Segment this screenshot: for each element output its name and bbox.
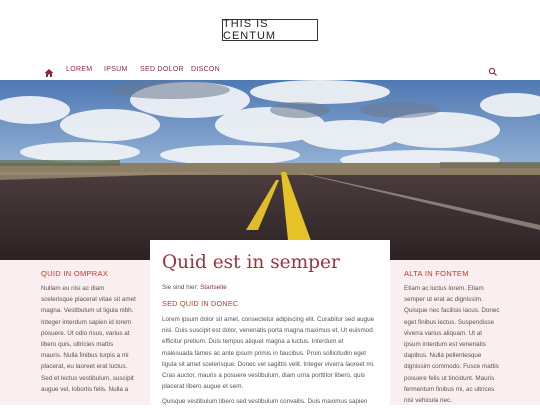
main-line: nisi. Duis suscipit est dolor, venenatis… (162, 327, 373, 335)
nav-item-sed-dolor[interactable]: SED DOLOR (140, 66, 184, 73)
right-line: posuere felis ut tincidunt. Mauris (404, 374, 495, 382)
left-line: libero quis, ultricies mattis (41, 341, 114, 349)
nav-item-lorem[interactable]: LOREM (66, 66, 92, 73)
right-line: fermentum finibus mi, ac ultrices (404, 385, 495, 393)
left-line: Nullam eu nisi ac diam (41, 285, 105, 292)
nav-item-ipsum[interactable]: IPSUM (104, 66, 128, 73)
main-line: placerat libero augue et sem. (162, 383, 244, 391)
main-subheading: SED QUID IN DONEC (162, 299, 239, 308)
left-line: placerat, eu laoreet erat luctus. (41, 363, 128, 371)
right-line: viverra varius aliquam. Ut at (404, 329, 483, 337)
right-heading: ALTA IN FONTEM (404, 269, 469, 278)
right-line: Etiam ac luctus lorem. Etiam (404, 285, 484, 292)
main-nav: LOREM IPSUM SED DOLOR DISCON (0, 60, 540, 80)
breadcrumb-home-link[interactable]: Startseite (200, 284, 227, 291)
nav-item-discon[interactable]: DISCON (191, 66, 220, 73)
main-line: malesuada fames ac ante ipsum primis in … (162, 349, 367, 357)
right-text: Etiam ac luctus lorem. Etiam semper ut e… (404, 283, 500, 406)
left-line: augue vel, lobortis felis. Nulla a (41, 385, 129, 393)
left-line: scelerisque placerat vitae sit amet (41, 296, 136, 304)
page-title: Quid est in semper (162, 252, 340, 273)
main-line: Quisque vestibulum libero sed vestibulum… (162, 398, 368, 406)
main-line: Lorem ipsum dolor sit amet, consectetur … (162, 316, 375, 323)
site-header: THIS IS CENTUM (0, 0, 540, 60)
main-line: Cras auctor, mauris a posuere vestibulum… (162, 372, 365, 380)
right-line: dapibus. Nulla pellentesque (404, 352, 482, 360)
breadcrumb-prefix: Sie sind hier: (162, 284, 199, 291)
right-line: semper ut erat ac dignissim. (404, 296, 483, 304)
main-line: ligula sit amet scelerisque. Donec vel s… (162, 360, 375, 368)
search-icon[interactable] (488, 64, 498, 76)
right-line: eget finibus lectus. Suspendisse (404, 318, 494, 326)
main-body: Lorem ipsum dolor sit amet, consectetur … (162, 314, 384, 408)
right-line: dignissim commodo. Fusce mattis (404, 363, 499, 371)
left-line: mauris. Nulla finibus turpis a mi (41, 352, 129, 360)
main-line: efficitur pretium. Duis tempus aliquet m… (162, 338, 344, 346)
left-line: posuere. Ut odio risus, varius at (41, 329, 130, 337)
left-heading: QUID IN OMPRAX (41, 269, 109, 278)
left-line: Integer interdum sapien id lorem (41, 318, 132, 326)
right-sidebar: ALTA IN FONTEM Etiam ac luctus lorem. Et… (390, 260, 540, 405)
right-line: Quisque nec facilisis lacus. Donec (404, 307, 500, 315)
hero-image (0, 80, 540, 260)
left-line: magna. Vestibulum ut ligula nibh. (41, 307, 134, 315)
right-line: ipsum interdum est venenatis (404, 341, 486, 349)
left-text: Nullam eu nisi ac diam scelerisque place… (41, 283, 136, 395)
site-logo[interactable]: THIS IS CENTUM (222, 18, 318, 42)
breadcrumb: Sie sind hier: Startseite (162, 284, 227, 291)
left-line: Sed et lectus vestibulum, suscipit (41, 374, 134, 382)
home-icon[interactable] (44, 65, 54, 77)
left-sidebar: QUID IN OMPRAX Nullam eu nisi ac diam sc… (0, 260, 150, 405)
